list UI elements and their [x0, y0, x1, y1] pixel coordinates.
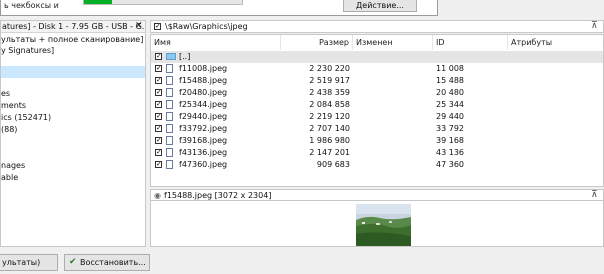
file-name: f39168.jpeg — [179, 136, 228, 145]
file-name: f11008.jpeg — [179, 64, 228, 73]
file-id: 11 008 — [436, 64, 464, 73]
scan-dialog: ь чекбоксы и Действие... — [0, 0, 438, 16]
file-size: 2 219 120 — [309, 112, 350, 121]
file-icon — [166, 124, 173, 133]
table-row[interactable]: ✓ f39168.jpeg 1 986 980 39 168 — [151, 135, 603, 147]
file-size — [281, 51, 350, 63]
checkbox-icon[interactable]: ✓ — [155, 77, 162, 84]
file-icon — [166, 160, 173, 169]
file-size: 2 084 858 — [309, 100, 350, 109]
file-icon — [166, 88, 173, 97]
file-id: 47 360 — [436, 160, 464, 169]
preview-header: ◉ f15488.jpeg [3072 x 2304] ⊼ — [150, 189, 604, 201]
tree-item-images[interactable]: nages — [1, 160, 25, 172]
column-header-modified[interactable]: Изменен — [353, 35, 433, 50]
dialog-text: ь чекбоксы и — [4, 1, 59, 10]
scan-progress-fill — [84, 0, 113, 4]
file-icon — [166, 100, 173, 109]
column-header-attributes[interactable]: Атрибуты — [508, 35, 603, 50]
results-button[interactable]: ультаты) — [0, 254, 58, 271]
checkbox-icon[interactable]: ✓ — [155, 137, 162, 144]
file-id: 15 488 — [436, 76, 464, 85]
file-id: 20 480 — [436, 88, 464, 97]
folder-icon — [166, 53, 176, 60]
path-bar: ✓ \$Raw\Graphics\jpeg ⊼ — [150, 20, 604, 33]
column-header-name[interactable]: Имя — [151, 35, 281, 50]
column-header-size[interactable]: Размер — [281, 35, 353, 50]
drive-tree-header: atures] - Disk 1 - 7.95 GB - USB - G... — [1, 21, 145, 33]
file-icon — [166, 148, 173, 157]
file-size: 2 147 201 — [309, 148, 350, 157]
checkbox-icon[interactable]: ✓ — [155, 113, 162, 120]
drive-tree-pane: atures] - Disk 1 - 7.95 GB - USB - G... … — [0, 20, 146, 247]
table-row[interactable]: ✓ f25344.jpeg 2 084 858 25 344 — [151, 99, 603, 111]
tree-selection-highlight — [1, 66, 145, 78]
table-row[interactable]: ✓ f11008.jpeg 2 230 220 11 008 — [151, 63, 603, 75]
table-row[interactable]: ✓ f15488.jpeg 2 519 917 15 488 — [151, 75, 603, 87]
checkbox-icon[interactable]: ✓ — [155, 89, 162, 96]
file-icon — [166, 76, 173, 85]
checkbox-icon[interactable]: ✓ — [155, 149, 162, 156]
tree-item-graphics[interactable]: ics (152471) — [1, 112, 51, 124]
table-row[interactable]: ✓ f20480.jpeg 2 438 359 20 480 — [151, 87, 603, 99]
file-name: [..] — [179, 52, 191, 61]
table-row[interactable]: ✓ f29440.jpeg 2 219 120 29 440 — [151, 111, 603, 123]
restore-label: Восстановить... — [80, 258, 146, 267]
current-path: \$Raw\Graphics\jpeg — [165, 22, 248, 31]
file-id: 25 344 — [436, 100, 464, 109]
checkbox-icon[interactable]: ✓ — [155, 125, 162, 132]
close-icon[interactable]: ✕ — [135, 21, 143, 32]
file-name: f47360.jpeg — [179, 160, 228, 169]
pin-icon[interactable]: ⊼ — [591, 190, 598, 201]
table-row[interactable]: ✓ f43136.jpeg 2 147 201 43 136 — [151, 147, 603, 159]
table-row[interactable]: ✓ f33792.jpeg 2 707 140 33 792 — [151, 123, 603, 135]
file-name: f20480.jpeg — [179, 88, 228, 97]
file-name: f29440.jpeg — [179, 112, 228, 121]
file-name: f25344.jpeg — [179, 100, 228, 109]
action-button[interactable]: Действие... — [343, 0, 417, 12]
drive-tree-title: atures] - Disk 1 - 7.95 GB - USB - G... — [2, 22, 146, 31]
tree-item-archives[interactable]: es — [1, 88, 10, 100]
file-name: f15488.jpeg — [179, 76, 228, 85]
file-id: 39 168 — [436, 136, 464, 145]
pin-icon[interactable]: ⊼ — [591, 21, 598, 32]
file-id: 43 136 — [436, 148, 464, 157]
file-size: 2 438 359 — [309, 88, 350, 97]
tree-item-jpeg[interactable]: (88) — [1, 124, 17, 136]
checkbox-icon[interactable]: ✓ — [155, 65, 162, 72]
file-size: 1 986 980 — [309, 136, 350, 145]
file-list: Имя Размер Изменен ID Атрибуты ✓ [..] ✓ f11… — [150, 34, 604, 187]
file-name: f43136.jpeg — [179, 148, 228, 157]
file-icon — [166, 136, 173, 145]
tree-item-signatures[interactable]: y Signatures] — [1, 45, 54, 57]
table-row[interactable]: ✓ [..] — [151, 51, 603, 63]
preview-title: f15488.jpeg [3072 x 2304] — [164, 191, 272, 200]
file-icon — [166, 112, 173, 121]
checkbox-icon[interactable]: ✓ — [155, 53, 162, 60]
file-size: 2 707 140 — [309, 124, 350, 133]
landscape-thumbnail — [356, 204, 411, 246]
file-size: 2 230 220 — [309, 64, 350, 73]
tree-item-executable[interactable]: able — [1, 172, 18, 184]
preview-icon: ◉ — [154, 191, 161, 200]
checkbox-icon[interactable]: ✓ — [155, 161, 162, 168]
restore-icon: ✔ — [69, 257, 77, 267]
table-row[interactable]: ✓ f47360.jpeg 909 683 47 360 — [151, 159, 603, 171]
tree-item-documents[interactable]: ments — [1, 100, 26, 112]
preview-image — [356, 204, 411, 246]
checkbox-icon[interactable]: ✓ — [154, 23, 161, 30]
scan-progress-bar — [83, 0, 243, 5]
file-icon — [166, 64, 173, 73]
file-size: 2 519 917 — [309, 76, 350, 85]
preview-pane — [150, 201, 604, 247]
restore-button[interactable]: ✔ Восстановить... — [64, 254, 150, 271]
file-id: 33 792 — [436, 124, 464, 133]
checkbox-icon[interactable]: ✓ — [155, 101, 162, 108]
column-header-id[interactable]: ID — [433, 35, 508, 50]
file-name: f33792.jpeg — [179, 124, 228, 133]
file-id: 29 440 — [436, 112, 464, 121]
file-size: 909 683 — [316, 160, 350, 169]
